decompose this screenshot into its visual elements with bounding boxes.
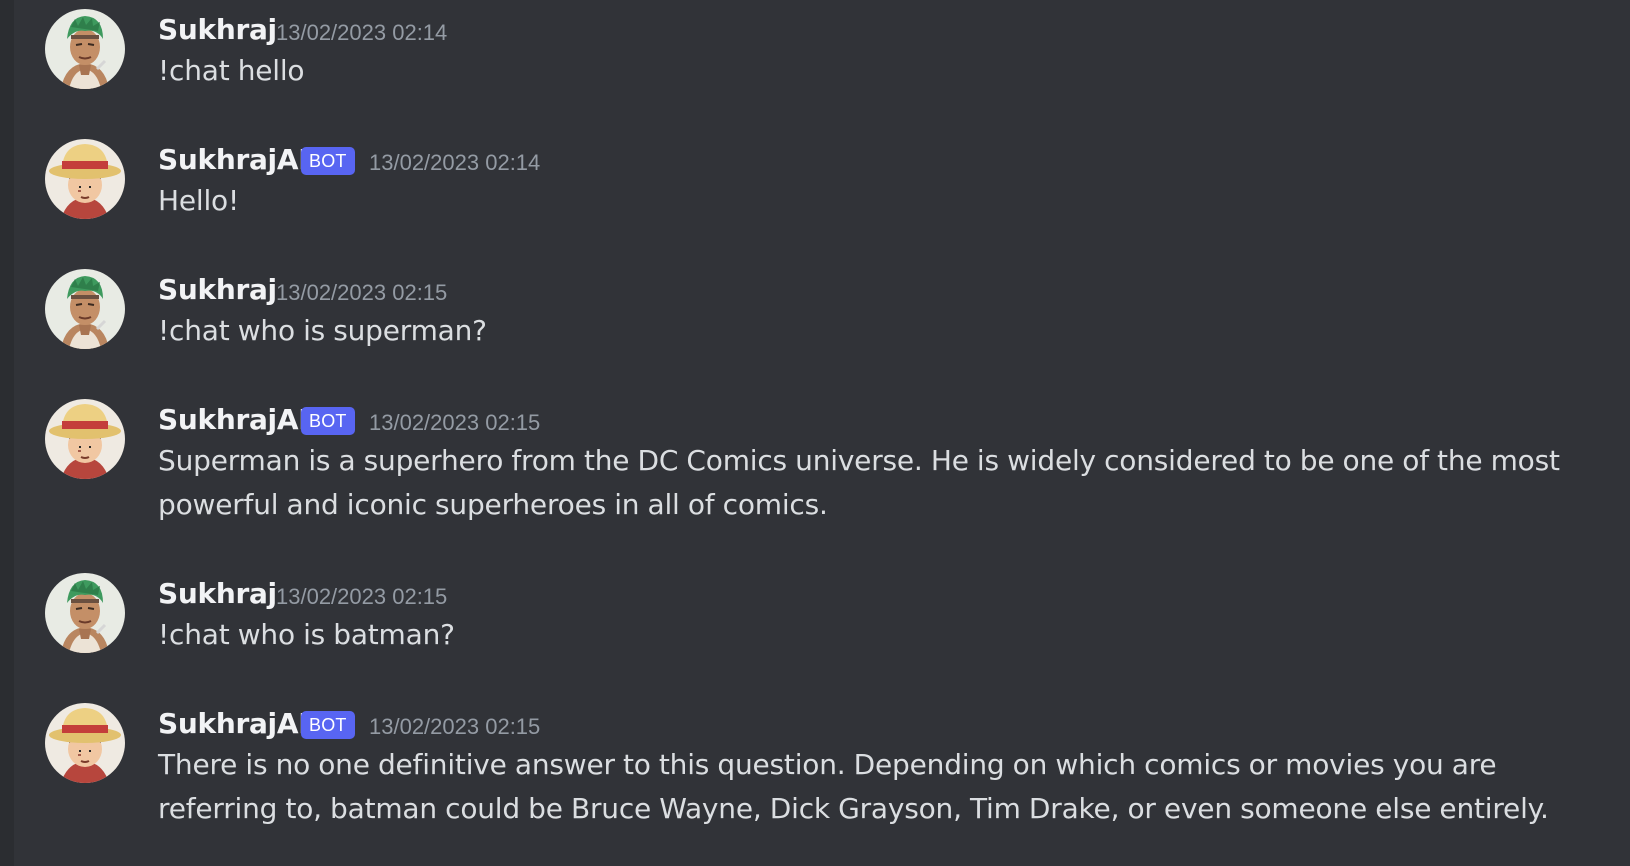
message-item: SukhrajAI BOT 13/02/2023 02:14 Hello! [0,130,1630,255]
message-timestamp[interactable]: 13/02/2023 02:15 [276,583,447,611]
message-timestamp[interactable]: 13/02/2023 02:14 [276,19,447,47]
message-item: Sukhraj 13/02/2023 02:15 !chat who is su… [0,260,1630,385]
message-content: Hello! [158,184,239,217]
bot-badge: BOT [301,147,355,175]
user-avatar[interactable] [45,573,125,653]
bot-badge: BOT [301,711,355,739]
message-content: !chat who is batman? [158,618,455,651]
message-item: Sukhraj 13/02/2023 02:15 !chat who is ba… [0,564,1630,689]
straw-hat-avatar-icon [45,399,125,479]
username[interactable]: Sukhraj [158,272,277,308]
user-avatar[interactable] [45,269,125,349]
user-avatar[interactable] [45,9,125,89]
message-item: Sukhraj 13/02/2023 02:14 !chat hello [0,0,1630,125]
message-timestamp[interactable]: 13/02/2023 02:15 [276,279,447,307]
username[interactable]: Sukhraj [158,576,277,612]
username[interactable]: SukhrajAI [158,402,309,438]
bot-avatar[interactable] [45,139,125,219]
message-item: SukhrajAI BOT 13/02/2023 02:15 There is … [0,694,1630,864]
message-content: Superman is a superhero from the DC Comi… [158,444,1560,521]
green-haired-swordsman-avatar-icon [45,573,125,653]
username[interactable]: Sukhraj [158,12,277,48]
message-timestamp[interactable]: 13/02/2023 02:15 [369,713,540,741]
straw-hat-avatar-icon [45,139,125,219]
chat-message-log: Sukhraj 13/02/2023 02:14 !chat hello Suk… [0,0,1630,866]
message-item: SukhrajAI BOT 13/02/2023 02:15 Superman … [0,390,1630,560]
message-content: There is no one definitive answer to thi… [158,748,1549,825]
bot-avatar[interactable] [45,703,125,783]
message-content: !chat who is superman? [158,314,487,347]
bot-badge: BOT [301,407,355,435]
message-timestamp[interactable]: 13/02/2023 02:15 [369,409,540,437]
username[interactable]: SukhrajAI [158,142,309,178]
green-haired-swordsman-avatar-icon [45,269,125,349]
message-timestamp[interactable]: 13/02/2023 02:14 [369,149,540,177]
message-content: !chat hello [158,54,305,87]
green-haired-swordsman-avatar-icon [45,9,125,89]
username[interactable]: SukhrajAI [158,706,309,742]
bot-avatar[interactable] [45,399,125,479]
straw-hat-avatar-icon [45,703,125,783]
